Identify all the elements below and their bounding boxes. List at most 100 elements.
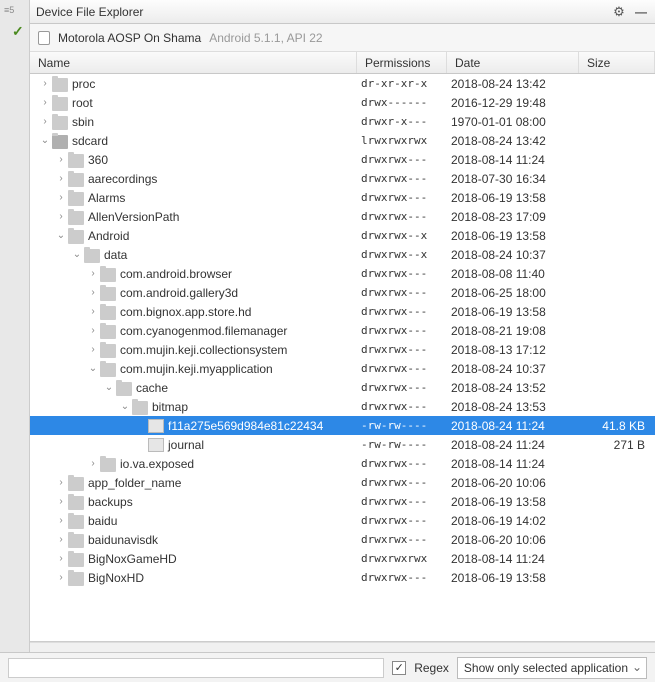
- chevron-down-icon[interactable]: ⌄: [102, 382, 116, 393]
- row-date: 2018-08-14 11:24: [447, 552, 579, 566]
- row-permissions: drwxrwx---: [357, 210, 447, 223]
- row-permissions: drwxrwx---: [357, 571, 447, 584]
- table-row[interactable]: ›app_folder_namedrwxrwx---2018-06-20 10:…: [30, 473, 655, 492]
- row-date: 2016-12-29 19:48: [447, 96, 579, 110]
- row-date: 2018-08-23 17:09: [447, 210, 579, 224]
- table-row[interactable]: ›com.cyanogenmod.filemanagerdrwxrwx---20…: [30, 321, 655, 340]
- row-permissions: drwxrwx---: [357, 457, 447, 470]
- table-row[interactable]: ⌄com.mujin.keji.myapplicationdrwxrwx---2…: [30, 359, 655, 378]
- col-size[interactable]: Size: [579, 52, 655, 73]
- row-name: baidunavisdk: [88, 533, 158, 547]
- chevron-right-icon[interactable]: ›: [86, 344, 100, 355]
- device-selector[interactable]: Motorola AOSP On Shama Android 5.1.1, AP…: [30, 24, 655, 52]
- table-row[interactable]: ›com.mujin.keji.collectionsystemdrwxrwx-…: [30, 340, 655, 359]
- col-name[interactable]: Name: [30, 52, 357, 73]
- chevron-right-icon[interactable]: ›: [54, 553, 68, 564]
- row-permissions: drwxrwx---: [357, 267, 447, 280]
- row-date: 2018-08-24 10:37: [447, 362, 579, 376]
- chevron-right-icon[interactable]: ›: [54, 211, 68, 222]
- col-permissions[interactable]: Permissions: [357, 52, 447, 73]
- table-row[interactable]: ⌄Androiddrwxrwx--x2018-06-19 13:58: [30, 226, 655, 245]
- table-row[interactable]: ›aarecordingsdrwxrwx---2018-07-30 16:34: [30, 169, 655, 188]
- table-row[interactable]: ›Alarmsdrwxrwx---2018-06-19 13:58: [30, 188, 655, 207]
- row-permissions: drwxrwx---: [357, 533, 447, 546]
- row-date: 2018-08-21 19:08: [447, 324, 579, 338]
- folder-icon: [68, 553, 84, 567]
- chevron-down-icon[interactable]: ⌄: [70, 249, 84, 260]
- table-row[interactable]: ⌄bitmapdrwxrwx---2018-08-24 13:53: [30, 397, 655, 416]
- chevron-right-icon[interactable]: ›: [86, 325, 100, 336]
- filter-input[interactable]: [8, 658, 384, 678]
- chevron-right-icon[interactable]: ›: [86, 268, 100, 279]
- chevron-right-icon[interactable]: ›: [86, 458, 100, 469]
- row-permissions: drwxr-x---: [357, 115, 447, 128]
- table-row[interactable]: ›BigNoxGameHDdrwxrwxrwx2018-08-14 11:24: [30, 549, 655, 568]
- row-date: 2018-06-19 14:02: [447, 514, 579, 528]
- chevron-right-icon[interactable]: ›: [54, 192, 68, 203]
- table-row[interactable]: ›procdr-xr-xr-x2018-08-24 13:42: [30, 74, 655, 93]
- folder-icon: [116, 382, 132, 396]
- table-row[interactable]: ⌄datadrwxrwx--x2018-08-24 10:37: [30, 245, 655, 264]
- row-date: 2018-08-14 11:24: [447, 457, 579, 471]
- chevron-right-icon[interactable]: ›: [54, 496, 68, 507]
- table-row[interactable]: ⌄cachedrwxrwx---2018-08-24 13:52: [30, 378, 655, 397]
- folder-icon: [68, 192, 84, 206]
- file-tree[interactable]: ›procdr-xr-xr-x2018-08-24 13:42›rootdrwx…: [30, 74, 655, 642]
- row-permissions: drwxrwx---: [357, 400, 447, 413]
- chevron-down-icon[interactable]: ⌄: [86, 363, 100, 374]
- chevron-right-icon[interactable]: ›: [86, 306, 100, 317]
- row-name: root: [72, 96, 93, 110]
- regex-checkbox[interactable]: ✓: [392, 661, 406, 675]
- table-row[interactable]: ›BigNoxHDdrwxrwx---2018-06-19 13:58: [30, 568, 655, 587]
- file-icon: [148, 438, 164, 452]
- chevron-right-icon[interactable]: ›: [54, 572, 68, 583]
- row-name: data: [104, 248, 127, 262]
- chevron-down-icon[interactable]: ⌄: [54, 230, 68, 241]
- row-permissions: drwxrwx--x: [357, 229, 447, 242]
- chevron-right-icon[interactable]: ›: [38, 116, 52, 127]
- table-row[interactable]: journal-rw-rw----2018-08-24 11:24271 B: [30, 435, 655, 454]
- table-row[interactable]: ›baidudrwxrwx---2018-06-19 14:02: [30, 511, 655, 530]
- table-row[interactable]: ›rootdrwx------2016-12-29 19:48: [30, 93, 655, 112]
- row-date: 2018-06-19 13:58: [447, 571, 579, 585]
- col-date[interactable]: Date: [447, 52, 579, 73]
- table-row[interactable]: f11a275e569d984e81c22434-rw-rw----2018-0…: [30, 416, 655, 435]
- table-row[interactable]: ›com.android.browserdrwxrwx---2018-08-08…: [30, 264, 655, 283]
- table-row[interactable]: ›com.android.gallery3ddrwxrwx---2018-06-…: [30, 283, 655, 302]
- chevron-right-icon[interactable]: ›: [54, 534, 68, 545]
- table-row[interactable]: ›com.bignox.app.store.hddrwxrwx---2018-0…: [30, 302, 655, 321]
- row-permissions: drwxrwxrwx: [357, 552, 447, 565]
- chevron-right-icon[interactable]: ›: [54, 477, 68, 488]
- table-row[interactable]: ›baidunavisdkdrwxrwx---2018-06-20 10:06: [30, 530, 655, 549]
- row-permissions: drwxrwx---: [357, 381, 447, 394]
- chevron-right-icon[interactable]: ›: [54, 515, 68, 526]
- row-size: 41.8 KB: [579, 419, 655, 433]
- folder-icon: [68, 173, 84, 187]
- table-row[interactable]: ›io.va.exposeddrwxrwx---2018-08-14 11:24: [30, 454, 655, 473]
- row-date: 2018-08-24 13:42: [447, 77, 579, 91]
- table-row[interactable]: › AllenVersionPath drwxrwx---2018-08-23 17…: [30, 207, 655, 226]
- gutter-mark: ≡5: [4, 5, 14, 15]
- chevron-right-icon[interactable]: ›: [54, 154, 68, 165]
- table-row[interactable]: ›360drwxrwx---2018-08-14 11:24: [30, 150, 655, 169]
- chevron-right-icon[interactable]: ›: [86, 287, 100, 298]
- table-row[interactable]: ›sbindrwxr-x---1970-01-01 08:00: [30, 112, 655, 131]
- chevron-down-icon[interactable]: ⌄: [118, 401, 132, 412]
- file-explorer-toolbar: Device File Explorer ⚙ —: [30, 0, 655, 24]
- chevron-down-icon[interactable]: ⌄: [38, 135, 52, 146]
- row-date: 2018-08-08 11:40: [447, 267, 579, 281]
- filter-select[interactable]: Show only selected application: [457, 657, 647, 679]
- editor-gutter: ≡5 ✓: [0, 0, 30, 682]
- table-row[interactable]: ›backupsdrwxrwx---2018-06-19 13:58: [30, 492, 655, 511]
- table-row[interactable]: ⌄sdcardlrwxrwxrwx2018-08-24 13:42: [30, 131, 655, 150]
- row-name: AllenVersionPath: [88, 210, 179, 224]
- chevron-right-icon[interactable]: ›: [54, 173, 68, 184]
- chevron-right-icon[interactable]: ›: [38, 78, 52, 89]
- row-name: com.android.gallery3d: [120, 286, 238, 300]
- filter-select-label: Show only selected application: [464, 661, 628, 675]
- row-permissions: drwxrwx---: [357, 286, 447, 299]
- gear-icon[interactable]: ⚙: [611, 4, 627, 20]
- check-icon: ✓: [12, 23, 26, 37]
- minimize-icon[interactable]: —: [633, 4, 649, 20]
- chevron-right-icon[interactable]: ›: [38, 97, 52, 108]
